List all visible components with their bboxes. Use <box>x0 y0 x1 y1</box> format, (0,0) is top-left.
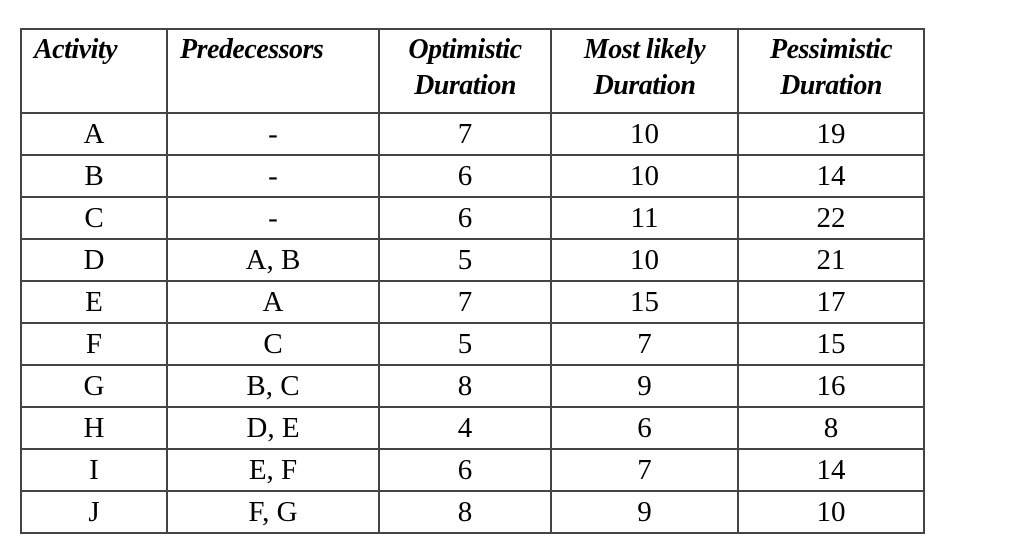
cell-most-likely-duration: 9 <box>550 364 739 408</box>
cell-activity: H <box>20 406 168 450</box>
cell-predecessors: B, C <box>166 364 380 408</box>
table-row: I E, F 6 7 14 <box>20 448 925 492</box>
header-line: Most likely <box>583 34 706 65</box>
table-row: E A 7 15 17 <box>20 280 925 324</box>
cell-activity: D <box>20 238 168 282</box>
cell-pessimistic-duration: 8 <box>737 406 925 450</box>
header-optimistic-duration: Optimistic Duration <box>378 28 552 114</box>
header-pessimistic-duration: Pessimistic Duration <box>737 28 925 114</box>
cell-most-likely-duration: 7 <box>550 448 739 492</box>
cell-pessimistic-duration: 16 <box>737 364 925 408</box>
table-row: H D, E468 <box>20 406 925 450</box>
cell-pessimistic-duration: 15 <box>737 322 925 366</box>
cell-optimistic-duration: 6 <box>378 448 552 492</box>
header-predecessors: Predecessors <box>166 28 380 114</box>
cell-most-likely-duration: 10 <box>550 238 739 282</box>
table-body: A -7 10 19 B -6 10 14 C -6 11 22 D A, B 5 10 21 E A 7 15 17 F C… <box>20 112 925 534</box>
cell-activity: C <box>20 196 168 240</box>
cell-predecessors: - <box>166 154 380 198</box>
table-row: D A, B 5 10 21 <box>20 238 925 282</box>
header-line: Duration <box>593 70 696 101</box>
cell-most-likely-duration: 10 <box>550 112 739 156</box>
cell-pessimistic-duration: 14 <box>737 448 925 492</box>
cell-optimistic-duration: 8 <box>378 490 552 534</box>
cell-pessimistic-duration: 21 <box>737 238 925 282</box>
cell-activity: G <box>20 364 168 408</box>
cell-predecessors: C <box>166 322 380 366</box>
cell-optimistic-duration: 6 <box>378 196 552 240</box>
cell-optimistic-duration: 4 <box>378 406 552 450</box>
header-most-likely-duration: Most likely Duration <box>550 28 739 114</box>
cell-predecessors: F, G <box>166 490 380 534</box>
cell-most-likely-duration: 6 <box>550 406 739 450</box>
cell-predecessors: D, E <box>166 406 380 450</box>
cell-most-likely-duration: 7 <box>550 322 739 366</box>
cell-predecessors: A <box>166 280 380 324</box>
cell-optimistic-duration: 7 <box>378 112 552 156</box>
cell-pessimistic-duration: 19 <box>737 112 925 156</box>
cell-optimistic-duration: 7 <box>378 280 552 324</box>
cell-activity: E <box>20 280 168 324</box>
table-row: A -7 10 19 <box>20 112 925 156</box>
cell-optimistic-duration: 6 <box>378 154 552 198</box>
header-line: Predecessors <box>180 34 324 65</box>
cell-most-likely-duration: 9 <box>550 490 739 534</box>
header-line: Activity <box>34 34 118 65</box>
cell-activity: A <box>20 112 168 156</box>
table-row: C -6 11 22 <box>20 196 925 240</box>
table-row: J F, G 8 9 10 <box>20 490 925 534</box>
header-line: Duration <box>780 70 882 101</box>
header-line: Pessimistic <box>769 34 893 65</box>
cell-most-likely-duration: 10 <box>550 154 739 198</box>
cell-pessimistic-duration: 22 <box>737 196 925 240</box>
cell-predecessors: A, B <box>166 238 380 282</box>
table-row: B -6 10 14 <box>20 154 925 198</box>
table-row: G B, C 8 9 16 <box>20 364 925 408</box>
cell-predecessors: E, F <box>166 448 380 492</box>
activity-duration-table: Activity Predecessors Optimistic Duration Mo… <box>20 28 925 534</box>
cell-most-likely-duration: 15 <box>550 280 739 324</box>
header-row: Activity Predecessors Optimistic Duration Mo… <box>20 28 925 114</box>
header-line: Duration <box>414 70 516 101</box>
cell-activity: B <box>20 154 168 198</box>
cell-optimistic-duration: 5 <box>378 322 552 366</box>
header-activity: Activity <box>20 28 168 114</box>
cell-activity: J <box>20 490 168 534</box>
cell-optimistic-duration: 8 <box>378 364 552 408</box>
cell-activity: I <box>20 448 168 492</box>
cell-activity: F <box>20 322 168 366</box>
cell-most-likely-duration: 11 <box>550 196 739 240</box>
table-row: F C 5 7 15 <box>20 322 925 366</box>
cell-pessimistic-duration: 17 <box>737 280 925 324</box>
cell-predecessors: - <box>166 112 380 156</box>
cell-predecessors: - <box>166 196 380 240</box>
cell-pessimistic-duration: 10 <box>737 490 925 534</box>
cell-optimistic-duration: 5 <box>378 238 552 282</box>
cell-pessimistic-duration: 14 <box>737 154 925 198</box>
header-line: Optimistic <box>408 34 522 65</box>
